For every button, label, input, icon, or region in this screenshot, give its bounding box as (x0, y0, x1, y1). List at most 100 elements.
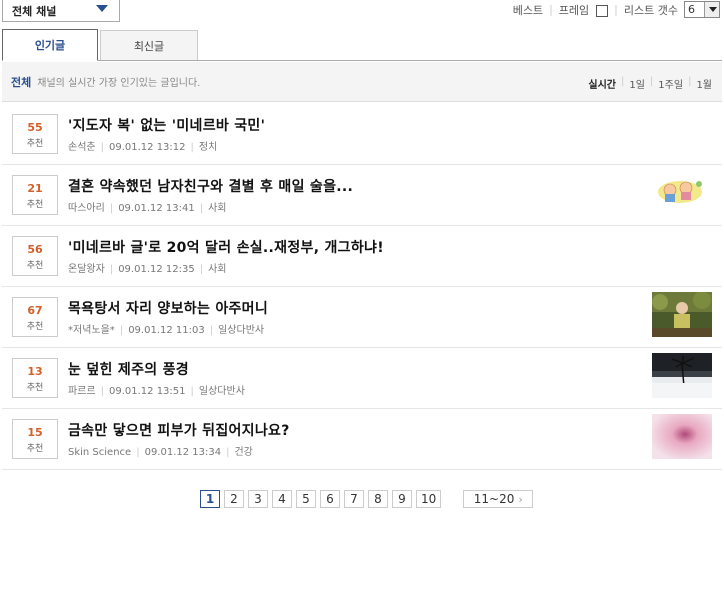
divider: | (109, 264, 114, 275)
dropdown-arrow-icon[interactable] (704, 2, 719, 17)
list-item: 55 추천 '지도자 복' 없는 '미네르바 국민' 손석춘 | 09.01.12 … (2, 104, 722, 165)
list-item: 21 추천 결혼 약속했던 남자친구와 결별 후 매일 술을... 따스아리 | 0… (2, 165, 722, 226)
tab-label: 최신글 (133, 39, 165, 53)
post-author[interactable]: 파르르 (68, 386, 96, 397)
tab-popular[interactable]: 인기글 (2, 29, 98, 61)
next-pages-label: 11~20 (473, 492, 515, 506)
period-filter: 실시간 | 1일 | 1주일 | 1월 (588, 76, 712, 91)
page-6[interactable]: 6 (320, 490, 340, 508)
channel-select-label: 전체 채널 (12, 4, 57, 18)
chevron-down-icon (96, 5, 108, 12)
recommend-count-box: 56 추천 (12, 236, 58, 276)
post-thumbnail[interactable] (652, 414, 712, 459)
divider: | (190, 142, 194, 153)
post-title[interactable]: 금속만 닿으면 피부가 뒤집어지나요? (68, 420, 290, 440)
post-meta: *저녁노을* | 09.01.12 11:03 | 일상다반사 (68, 321, 264, 336)
divider: | (549, 3, 553, 16)
next-pages-button[interactable]: 11~20 › (463, 490, 534, 508)
post-author[interactable]: 손석춘 (68, 142, 96, 153)
recommend-count-box: 21 추천 (12, 175, 58, 215)
post-meta: 파르르 | 09.01.12 13:51 | 일상다반사 (68, 382, 245, 397)
recommend-count: 55 (27, 121, 43, 134)
divider: | (199, 264, 204, 275)
post-thumbnail[interactable] (652, 292, 712, 337)
post-date: 09.01.12 13:34 (144, 447, 222, 458)
post-date: 09.01.12 12:35 (118, 264, 195, 275)
post-meta: 온달왕자 | 09.01.12 12:35 | 사회 (68, 260, 227, 275)
recommend-label: 추천 (26, 139, 44, 149)
page-9[interactable]: 9 (392, 490, 412, 508)
divider: | (100, 142, 104, 153)
recommend-label: 추천 (26, 200, 44, 210)
period-1month[interactable]: 1월 (696, 76, 712, 91)
post-author[interactable]: *저녁노을* (68, 325, 115, 336)
divider: | (109, 203, 114, 214)
period-realtime[interactable]: 실시간 (588, 76, 616, 91)
page-1[interactable]: 1 (200, 490, 220, 508)
recommend-count-box: 67 추천 (12, 297, 58, 337)
tab-label: 인기글 (34, 39, 66, 52)
list-options: 베스트 | 프레임 | 리스트 갯수 6 (513, 1, 720, 18)
tab-latest[interactable]: 최신글 (100, 30, 198, 60)
post-date: 09.01.12 13:51 (108, 386, 186, 397)
page-4[interactable]: 4 (272, 490, 292, 508)
list-header: 전체 채널의 실시간 가장 인기있는 글입니다. 실시간 | 1일 | 1주일 … (2, 62, 722, 102)
divider: | (614, 3, 618, 16)
divider: | (190, 386, 194, 397)
period-1day[interactable]: 1일 (629, 76, 645, 91)
post-date: 09.01.12 11:03 (128, 325, 205, 336)
tab-bar: 인기글 최신글 (2, 29, 722, 61)
post-title[interactable]: '미네르바 글'로 20억 달러 손실..재정부, 개그하냐! (68, 237, 384, 257)
recommend-label: 추천 (26, 322, 44, 332)
post-category[interactable]: 사회 (208, 203, 226, 214)
post-list: 55 추천 '지도자 복' 없는 '미네르바 국민' 손석춘 | 09.01.12 … (2, 104, 722, 470)
list-count-label: 리스트 갯수 (623, 3, 678, 17)
recommend-count-box: 13 추천 (12, 358, 58, 398)
chevron-right-icon: › (518, 492, 523, 506)
post-author[interactable]: 따스아리 (68, 203, 105, 214)
category-title: 전체 (11, 75, 32, 89)
recommend-count-box: 15 추천 (12, 419, 58, 459)
post-category[interactable]: 일상다반사 (218, 325, 264, 336)
post-date: 09.01.12 13:41 (118, 203, 195, 214)
recommend-label: 추천 (26, 383, 44, 393)
channel-select[interactable]: 전체 채널 (2, 0, 120, 22)
recommend-count: 67 (27, 304, 43, 317)
post-thumbnail[interactable] (652, 353, 712, 398)
post-meta: 손석춘 | 09.01.12 13:12 | 정치 (68, 138, 217, 153)
post-meta: Skin Science | 09.01.12 13:34 | 건강 (68, 443, 253, 458)
post-title[interactable]: 목욕탕서 자리 양보하는 아주머니 (68, 298, 268, 318)
post-author[interactable]: 온달왕자 (68, 264, 105, 275)
post-author[interactable]: Skin Science (68, 447, 131, 458)
list-item: 13 추천 눈 덮힌 제주의 풍경 파르르 | 09.01.12 13:51 | 일상다… (2, 348, 722, 409)
recommend-count: 56 (27, 243, 43, 256)
frame-checkbox[interactable] (596, 5, 609, 17)
pagination: 1 2 3 4 5 6 7 8 9 10 11~20 › (200, 490, 534, 508)
post-title[interactable]: 결혼 약속했던 남자친구와 결별 후 매일 술을... (68, 176, 353, 196)
list-item: 67 추천 목욕탕서 자리 양보하는 아주머니 *저녁노을* | 09.01.12 … (2, 287, 722, 348)
recommend-count: 21 (27, 182, 43, 195)
post-category[interactable]: 일상다반사 (199, 386, 245, 397)
page-8[interactable]: 8 (368, 490, 388, 508)
post-date: 09.01.12 13:12 (108, 142, 186, 153)
post-category[interactable]: 사회 (208, 264, 226, 275)
post-thumbnail[interactable] (652, 170, 712, 215)
post-title[interactable]: '지도자 복' 없는 '미네르바 국민' (68, 115, 265, 135)
post-category[interactable]: 정치 (199, 142, 217, 153)
list-count-select[interactable]: 6 (684, 1, 720, 18)
divider: | (688, 76, 692, 87)
list-count-value: 6 (688, 3, 695, 16)
page-2[interactable]: 2 (224, 490, 244, 508)
frame-label: 프레임 (558, 3, 590, 17)
page-10[interactable]: 10 (416, 490, 442, 508)
recommend-count-box: 55 추천 (12, 114, 58, 154)
post-category[interactable]: 건강 (234, 447, 252, 458)
post-title[interactable]: 눈 덮힌 제주의 풍경 (68, 359, 189, 379)
divider: | (136, 447, 140, 458)
page-7[interactable]: 7 (344, 490, 364, 508)
period-1week[interactable]: 1주일 (658, 76, 683, 91)
divider: | (119, 325, 124, 336)
page-3[interactable]: 3 (248, 490, 268, 508)
page-5[interactable]: 5 (296, 490, 316, 508)
best-link[interactable]: 베스트 (513, 2, 543, 18)
